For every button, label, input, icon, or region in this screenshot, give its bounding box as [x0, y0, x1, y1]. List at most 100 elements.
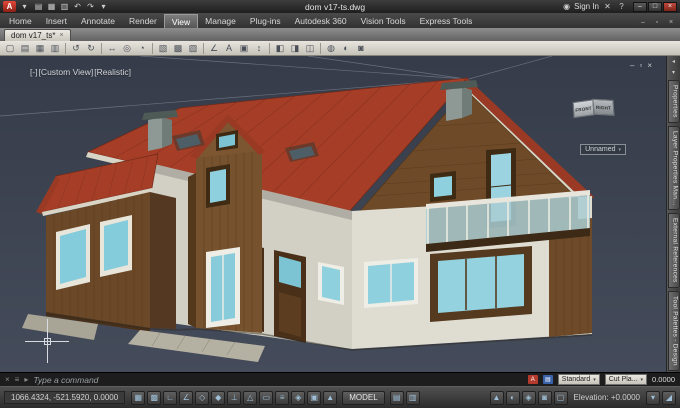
annotation-badge-icon[interactable]: A	[528, 375, 538, 384]
autocad-logo-icon[interactable]: A	[3, 1, 16, 12]
toolbar-lock-icon[interactable]: ◙	[538, 391, 552, 405]
orbit-icon[interactable]: ◔	[135, 42, 149, 55]
viewport-close-icon[interactable]: ×	[647, 61, 652, 70]
grid-toggle[interactable]: ▩	[147, 391, 161, 405]
viewport-minimize-icon[interactable]: –	[630, 61, 634, 70]
osnap-toggle[interactable]: ◇	[195, 391, 209, 405]
box-3d-icon[interactable]: ◫	[303, 42, 317, 55]
dock-collapse-icon[interactable]: ◂	[672, 58, 675, 66]
sign-in-label: Sign In	[574, 2, 599, 11]
tab-insert[interactable]: Insert	[39, 14, 74, 28]
transparency-toggle[interactable]: ◈	[291, 391, 305, 405]
sign-in-button[interactable]: ◉ Sign In	[561, 1, 599, 12]
new-icon[interactable]: ▢	[3, 42, 17, 55]
otrack-toggle[interactable]: ⊥	[227, 391, 241, 405]
tab-vision-tools[interactable]: Vision Tools	[354, 14, 413, 28]
exchange-apps-icon[interactable]: ✕	[602, 1, 613, 12]
save-icon[interactable]: ▦	[46, 1, 57, 12]
undo-tool-icon[interactable]: ↺	[69, 42, 83, 55]
status-menu-icon[interactable]: ▾	[646, 391, 660, 405]
viewcube-front-face[interactable]: FRONT	[573, 99, 595, 118]
coordinates-readout[interactable]: 1066.4324, -521.5920, 0.0000	[4, 391, 125, 404]
selection-cycling-toggle[interactable]: ▲	[323, 391, 337, 405]
view-front-icon[interactable]: ◧	[273, 42, 287, 55]
drawing-close-button[interactable]: ×	[666, 17, 676, 28]
annotation-visibility-icon[interactable]: ▲	[490, 391, 504, 405]
materials-icon[interactable]: ◐	[339, 42, 353, 55]
layout-space-icon[interactable]: ▥	[406, 391, 420, 405]
ducs-toggle[interactable]: △	[243, 391, 257, 405]
help-icon[interactable]: ?	[616, 1, 627, 12]
tab-view[interactable]: View	[164, 14, 198, 28]
minimize-button[interactable]: –	[633, 2, 647, 12]
workspace-switching-icon[interactable]: ◈	[522, 391, 536, 405]
text-icon[interactable]: A	[222, 42, 236, 55]
tab-home[interactable]: Home	[2, 14, 39, 28]
drawing-minimize-button[interactable]: –	[638, 17, 648, 28]
model-space-icon[interactable]: ▤	[390, 391, 404, 405]
viewcube-right-face[interactable]: RIGHT	[592, 99, 614, 116]
quick-properties-toggle[interactable]: ▣	[307, 391, 321, 405]
tab-render[interactable]: Render	[122, 14, 164, 28]
layers-icon[interactable]: ▧	[156, 42, 170, 55]
annotation-scale-icon[interactable]: ◐	[506, 391, 520, 405]
osnap-3d-toggle[interactable]: ◆	[211, 391, 225, 405]
polar-toggle[interactable]: ∠	[179, 391, 193, 405]
open-file-icon[interactable]: ▤	[18, 42, 32, 55]
table-icon[interactable]: ▣	[237, 42, 251, 55]
ortho-toggle[interactable]: ∟	[163, 391, 177, 405]
tab-express-tools[interactable]: Express Tools	[413, 14, 480, 28]
cut-plane-select[interactable]: Cut Pla... ▾	[605, 374, 647, 385]
palette-tab-tool-palettes[interactable]: Tool Palettes - Design	[668, 291, 680, 371]
tab-manage[interactable]: Manage	[198, 14, 243, 28]
view-name-control[interactable]: [Custom View]	[39, 67, 94, 77]
redo-tool-icon[interactable]: ↻	[84, 42, 98, 55]
viewport-restore-icon[interactable]: ▫	[639, 61, 642, 70]
snap-toggle[interactable]: ▦	[131, 391, 145, 405]
visual-style-select[interactable]: Standard ▾	[558, 374, 600, 385]
app-menu-icon[interactable]: ▾	[19, 1, 30, 12]
dyn-toggle[interactable]: ▭	[259, 391, 273, 405]
command-tools-icon[interactable]: ≡	[15, 375, 20, 384]
undo-icon[interactable]: ↶	[72, 1, 83, 12]
tab-annotate[interactable]: Annotate	[74, 14, 122, 28]
maximize-button[interactable]: □	[648, 2, 662, 12]
command-input[interactable]: Type a command	[33, 375, 522, 385]
visual-style-control[interactable]: [Realistic]	[94, 67, 131, 77]
measure-icon[interactable]: ∠	[207, 42, 221, 55]
tab-plugins[interactable]: Plug-ins	[243, 14, 288, 28]
close-button[interactable]: ×	[663, 2, 677, 12]
file-tab-close-icon[interactable]: ×	[59, 32, 63, 39]
scale-badge-icon[interactable]: ▤	[543, 375, 553, 384]
zoom-icon[interactable]: ◎	[120, 42, 134, 55]
view-right-icon[interactable]: ◨	[288, 42, 302, 55]
pan-icon[interactable]: ↔	[105, 42, 119, 55]
dimension-icon[interactable]: ↕	[252, 42, 266, 55]
palette-tab-layer-properties[interactable]: Layer Properties Man...	[668, 126, 680, 210]
layer-properties-icon[interactable]: ▩	[171, 42, 185, 55]
open-icon[interactable]: ▤	[33, 1, 44, 12]
lineweight-toggle[interactable]: ≡	[275, 391, 289, 405]
isolate-objects-icon[interactable]: ▢	[554, 391, 568, 405]
save-file-icon[interactable]: ▦	[33, 42, 47, 55]
tab-autodesk360[interactable]: Autodesk 360	[288, 14, 354, 28]
plot-icon[interactable]: ▥	[59, 1, 70, 12]
palette-tab-properties[interactable]: Properties	[668, 80, 680, 123]
palette-tab-external-references[interactable]: External References	[668, 213, 680, 288]
title-bar: A ▾ ▤ ▦ ▥ ↶ ↷ ▾ dom v17-ts.dwg ◉ Sign In…	[0, 0, 680, 13]
clean-screen-icon[interactable]: ◢	[662, 391, 676, 405]
viewport-menu-control[interactable]: [-]	[30, 67, 38, 77]
match-properties-icon[interactable]: ▨	[186, 42, 200, 55]
render-icon[interactable]: ◍	[324, 42, 338, 55]
file-tab[interactable]: dom v17_ts* ×	[4, 29, 71, 41]
command-close-icon[interactable]: ×	[5, 375, 10, 384]
lock-icon[interactable]: ◙	[354, 42, 368, 55]
redo-icon[interactable]: ↷	[85, 1, 96, 12]
model-space-button[interactable]: MODEL	[342, 391, 384, 405]
drawing-canvas[interactable]: [-] [Custom View] [Realistic] – ▫ × FRON…	[0, 56, 666, 372]
drawing-restore-button[interactable]: ▫	[652, 17, 662, 28]
dock-menu-icon[interactable]: ▾	[672, 69, 675, 77]
view-name-badge[interactable]: Unnamed ▾	[580, 144, 626, 155]
plot-file-icon[interactable]: ▥	[48, 42, 62, 55]
qat-dropdown-icon[interactable]: ▾	[98, 1, 109, 12]
